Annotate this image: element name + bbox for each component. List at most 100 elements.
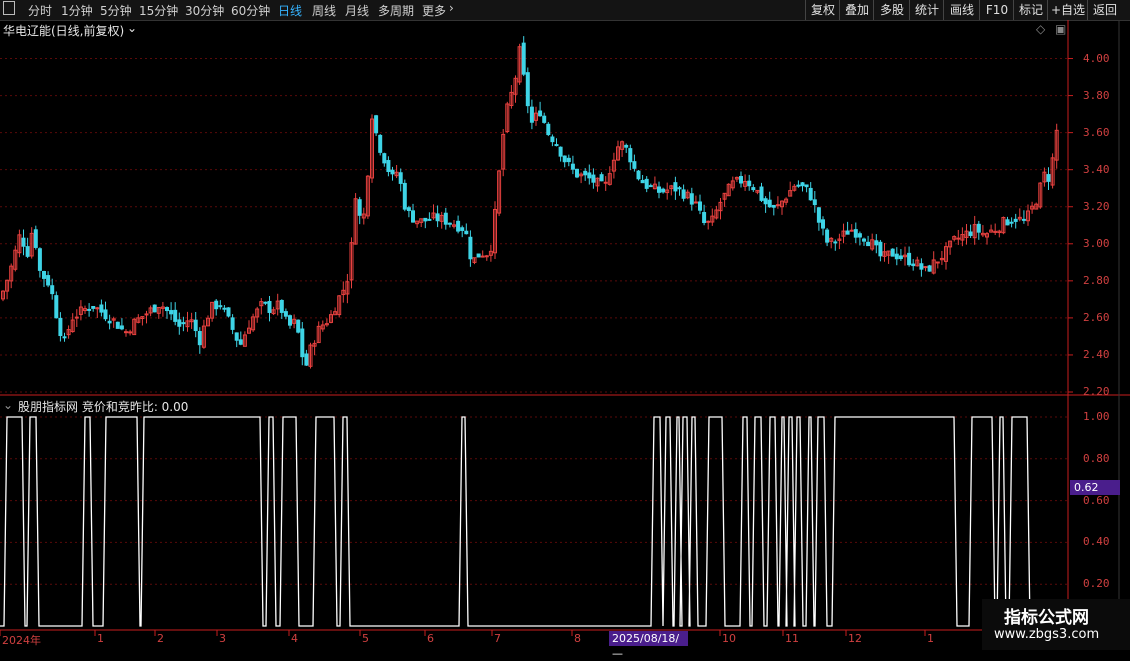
main-y-tick-label: 3.80 bbox=[1083, 88, 1110, 102]
indicator-line bbox=[0, 416, 1058, 627]
x-tick-label: 8 bbox=[574, 632, 581, 645]
title-dropdown-icon[interactable]: ⌄ bbox=[127, 21, 137, 35]
candle-body bbox=[767, 199, 772, 208]
candle-body bbox=[911, 263, 916, 267]
candle-body bbox=[575, 168, 579, 178]
indicator-y-tick-label: 0.80 bbox=[1083, 451, 1110, 465]
candle-body bbox=[812, 199, 817, 206]
candle-body bbox=[583, 170, 588, 176]
candle-body bbox=[849, 229, 854, 232]
candle-body bbox=[693, 201, 698, 204]
candle-body bbox=[386, 160, 391, 173]
candle-body bbox=[706, 220, 711, 223]
candle-body bbox=[759, 186, 764, 201]
indicator-title: 股朋指标网 竞价和竞昨比: 0.00 bbox=[18, 400, 189, 414]
panel-toggle-icon[interactable]: ▣ bbox=[1055, 22, 1066, 36]
watermark: 指标公式网 www.zbgs3.com bbox=[982, 599, 1130, 650]
candle-body bbox=[570, 163, 575, 170]
candle-body bbox=[357, 199, 362, 216]
candle-body bbox=[435, 213, 440, 222]
candle-body bbox=[968, 231, 973, 236]
main-y-tick-label: 3.60 bbox=[1083, 125, 1110, 139]
x-tick-label: 5 bbox=[362, 632, 369, 645]
candle-body bbox=[907, 252, 912, 266]
candle-body bbox=[226, 307, 231, 317]
candle-body bbox=[165, 307, 169, 312]
candle-body bbox=[464, 230, 469, 235]
candle-body bbox=[927, 265, 932, 272]
grid bbox=[0, 58, 1073, 636]
indicator-y-tick-label: 0.40 bbox=[1083, 535, 1110, 549]
main-y-tick-label: 3.40 bbox=[1083, 162, 1110, 176]
candle-body bbox=[525, 72, 530, 107]
candle-body bbox=[796, 184, 801, 187]
candle-body bbox=[878, 241, 883, 257]
candle-body bbox=[279, 299, 284, 313]
candle-body bbox=[197, 331, 202, 346]
candle-body bbox=[800, 182, 805, 187]
candle-body bbox=[698, 201, 702, 211]
candle-body bbox=[74, 316, 79, 319]
candle-body bbox=[644, 178, 649, 189]
x-tick-label: 7 bbox=[494, 632, 501, 645]
x-tick-label: 3 bbox=[219, 632, 226, 645]
watermark-title: 指标公式网 bbox=[1004, 608, 1089, 628]
candle-body bbox=[862, 238, 866, 242]
candle-body bbox=[566, 157, 571, 163]
indicator-collapse-icon[interactable]: ⌄ bbox=[3, 398, 13, 412]
diamond-icon[interactable]: ◇ bbox=[1036, 22, 1045, 36]
candle-body bbox=[1005, 219, 1010, 226]
candle-body bbox=[591, 174, 596, 183]
candle-body bbox=[152, 304, 157, 313]
candle-body bbox=[283, 311, 288, 317]
chart-canvas[interactable] bbox=[0, 0, 1130, 650]
x-tick-label: 2024年 bbox=[2, 634, 41, 647]
candle-body bbox=[62, 336, 67, 339]
main-y-tick-label: 2.40 bbox=[1083, 347, 1110, 361]
candle-body bbox=[103, 309, 108, 320]
x-tick-label: 6 bbox=[427, 632, 434, 645]
candle-body bbox=[21, 237, 26, 247]
candle-body bbox=[702, 212, 707, 224]
candle-body bbox=[460, 227, 465, 231]
candle-body bbox=[402, 182, 407, 210]
candle-body bbox=[238, 339, 243, 345]
candle-body bbox=[546, 123, 551, 136]
candle-body bbox=[119, 325, 124, 330]
candle-body bbox=[636, 170, 641, 180]
candle-body bbox=[54, 295, 59, 319]
candle-body bbox=[853, 229, 858, 238]
candle-body bbox=[538, 110, 543, 117]
candle-body bbox=[976, 223, 981, 233]
candle-body bbox=[390, 169, 395, 175]
x-tick-label: 11 bbox=[785, 632, 799, 645]
candle-body bbox=[107, 320, 112, 324]
candle-body bbox=[300, 328, 305, 358]
candle-body bbox=[214, 300, 219, 310]
candle-body bbox=[751, 187, 756, 191]
candle-body bbox=[443, 212, 448, 225]
x-tick-label: 12 bbox=[848, 632, 862, 645]
candle-body bbox=[263, 301, 268, 304]
candle-body bbox=[33, 229, 38, 248]
candle-body bbox=[821, 219, 825, 229]
candle-body bbox=[1046, 174, 1051, 182]
candle-body bbox=[173, 309, 178, 322]
candle-body bbox=[763, 198, 768, 205]
main-y-tick-label: 3.20 bbox=[1083, 199, 1110, 213]
candle-body bbox=[640, 179, 645, 184]
main-chart-title: 华电辽能(日线,前复权) bbox=[3, 24, 125, 38]
candle-body bbox=[808, 187, 813, 201]
candle-body bbox=[562, 155, 567, 163]
candle-body bbox=[218, 305, 223, 308]
candle-body bbox=[529, 106, 534, 123]
candle-body bbox=[406, 207, 411, 212]
candle-body bbox=[935, 261, 940, 264]
candle-body bbox=[411, 210, 415, 223]
candle-body bbox=[124, 331, 128, 334]
candle-body bbox=[267, 300, 272, 313]
candle-body bbox=[468, 236, 473, 260]
candle-body bbox=[58, 317, 63, 337]
candle-body bbox=[648, 185, 653, 188]
main-y-tick-label: 2.80 bbox=[1083, 273, 1110, 287]
